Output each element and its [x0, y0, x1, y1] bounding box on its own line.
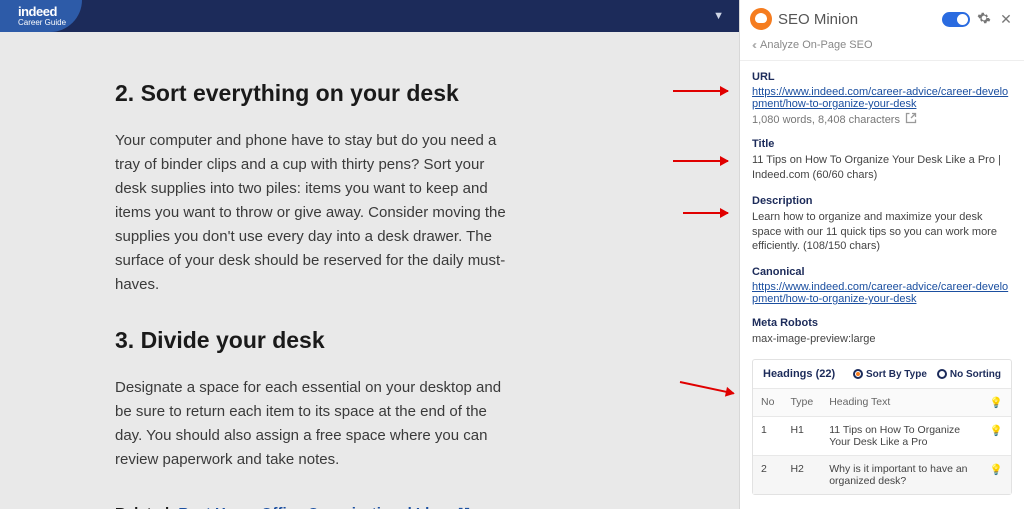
indeed-logo-sub: Career Guide	[18, 19, 66, 27]
title-label: Title	[752, 138, 1012, 150]
table-row[interactable]: 2 H2 Why is it important to have an orga…	[753, 456, 1011, 495]
related-line: Related: Best Home Office Organizational…	[115, 502, 515, 509]
article-heading-3: 3. Divide your desk	[115, 327, 619, 354]
headings-block: Headings (22) Sort By Type No Sorting No…	[752, 359, 1012, 495]
caret-down-icon[interactable]: ▼	[713, 10, 724, 22]
headings-table: No Type Heading Text 💡 1 H1 11 Tips on H…	[753, 388, 1011, 494]
col-no: No	[753, 389, 782, 417]
col-type: Type	[782, 389, 821, 417]
url-link[interactable]: https://www.indeed.com/career-advice/car…	[752, 86, 1008, 110]
indeed-logo-text: indeed	[18, 5, 66, 18]
canonical-section: Canonical https://www.indeed.com/career-…	[752, 266, 1012, 305]
annotation-arrow	[673, 160, 728, 162]
headings-title: Headings (22)	[763, 368, 841, 380]
canonical-label: Canonical	[752, 266, 1012, 278]
radio-selected-icon	[853, 369, 863, 379]
seo-minion-panel: SEO Minion ✕ ‹‹ Analyze On-Page SEO URL …	[739, 0, 1024, 509]
annotation-arrow	[673, 90, 728, 92]
panel-header: SEO Minion ✕	[740, 0, 1024, 36]
breadcrumb[interactable]: ‹‹ Analyze On-Page SEO	[740, 36, 1024, 61]
seo-minion-logo-icon	[750, 8, 772, 30]
description-body: Learn how to organize and maximize your …	[752, 210, 1012, 255]
article-content: 2. Sort everything on your desk Your com…	[0, 32, 739, 509]
canonical-link[interactable]: https://www.indeed.com/career-advice/car…	[752, 281, 1008, 305]
lightbulb-icon[interactable]: 💡	[990, 425, 1003, 437]
description-section: Description Learn how to organize and ma…	[752, 195, 1012, 255]
annotation-arrow	[683, 212, 728, 214]
panel-toggle[interactable]	[942, 12, 970, 27]
description-label: Description	[752, 195, 1012, 207]
lightbulb-icon[interactable]: 💡	[990, 464, 1003, 476]
col-bulb: 💡	[982, 389, 1011, 417]
sort-radio-group: Sort By Type No Sorting	[853, 369, 1001, 380]
breadcrumb-label: Analyze On-Page SEO	[760, 39, 873, 51]
col-text: Heading Text	[821, 389, 982, 417]
sort-by-type-radio[interactable]: Sort By Type	[853, 369, 927, 380]
panel-title: SEO Minion	[778, 11, 936, 28]
external-link-icon[interactable]	[905, 112, 917, 124]
lightbulb-icon[interactable]: 💡	[990, 397, 1003, 409]
chevron-left-icon: ‹‹	[752, 38, 754, 52]
title-section: Title 11 Tips on How To Organize Your De…	[752, 138, 1012, 183]
title-body: 11 Tips on How To Organize Your Desk Lik…	[752, 153, 1012, 183]
related-label: Related:	[115, 505, 178, 509]
url-stats: 1,080 words, 8,408 characters	[752, 112, 1012, 126]
related-link[interactable]: Best Home Office Organizational Ideas	[178, 505, 470, 509]
no-sorting-radio[interactable]: No Sorting	[937, 369, 1001, 380]
url-label: URL	[752, 71, 1012, 83]
meta-robots-body: max-image-preview:large	[752, 332, 1012, 347]
headings-header: Headings (22) Sort By Type No Sorting	[753, 360, 1011, 388]
indeed-logo-badge[interactable]: indeed Career Guide	[0, 0, 82, 32]
article-heading-2: 2. Sort everything on your desk	[115, 80, 619, 107]
meta-robots-section: Meta Robots max-image-preview:large	[752, 317, 1012, 347]
article-paragraph: Your computer and phone have to stay but…	[115, 129, 515, 297]
article-paragraph: Designate a space for each essential on …	[115, 376, 515, 472]
panel-scroll[interactable]: URL https://www.indeed.com/career-advice…	[740, 61, 1024, 509]
meta-robots-label: Meta Robots	[752, 317, 1012, 329]
close-icon[interactable]: ✕	[998, 11, 1014, 28]
gear-icon[interactable]	[976, 11, 992, 28]
radio-icon	[937, 369, 947, 379]
table-row[interactable]: 1 H1 11 Tips on How To Organize Your Des…	[753, 417, 1011, 456]
url-section: URL https://www.indeed.com/career-advice…	[752, 71, 1012, 126]
